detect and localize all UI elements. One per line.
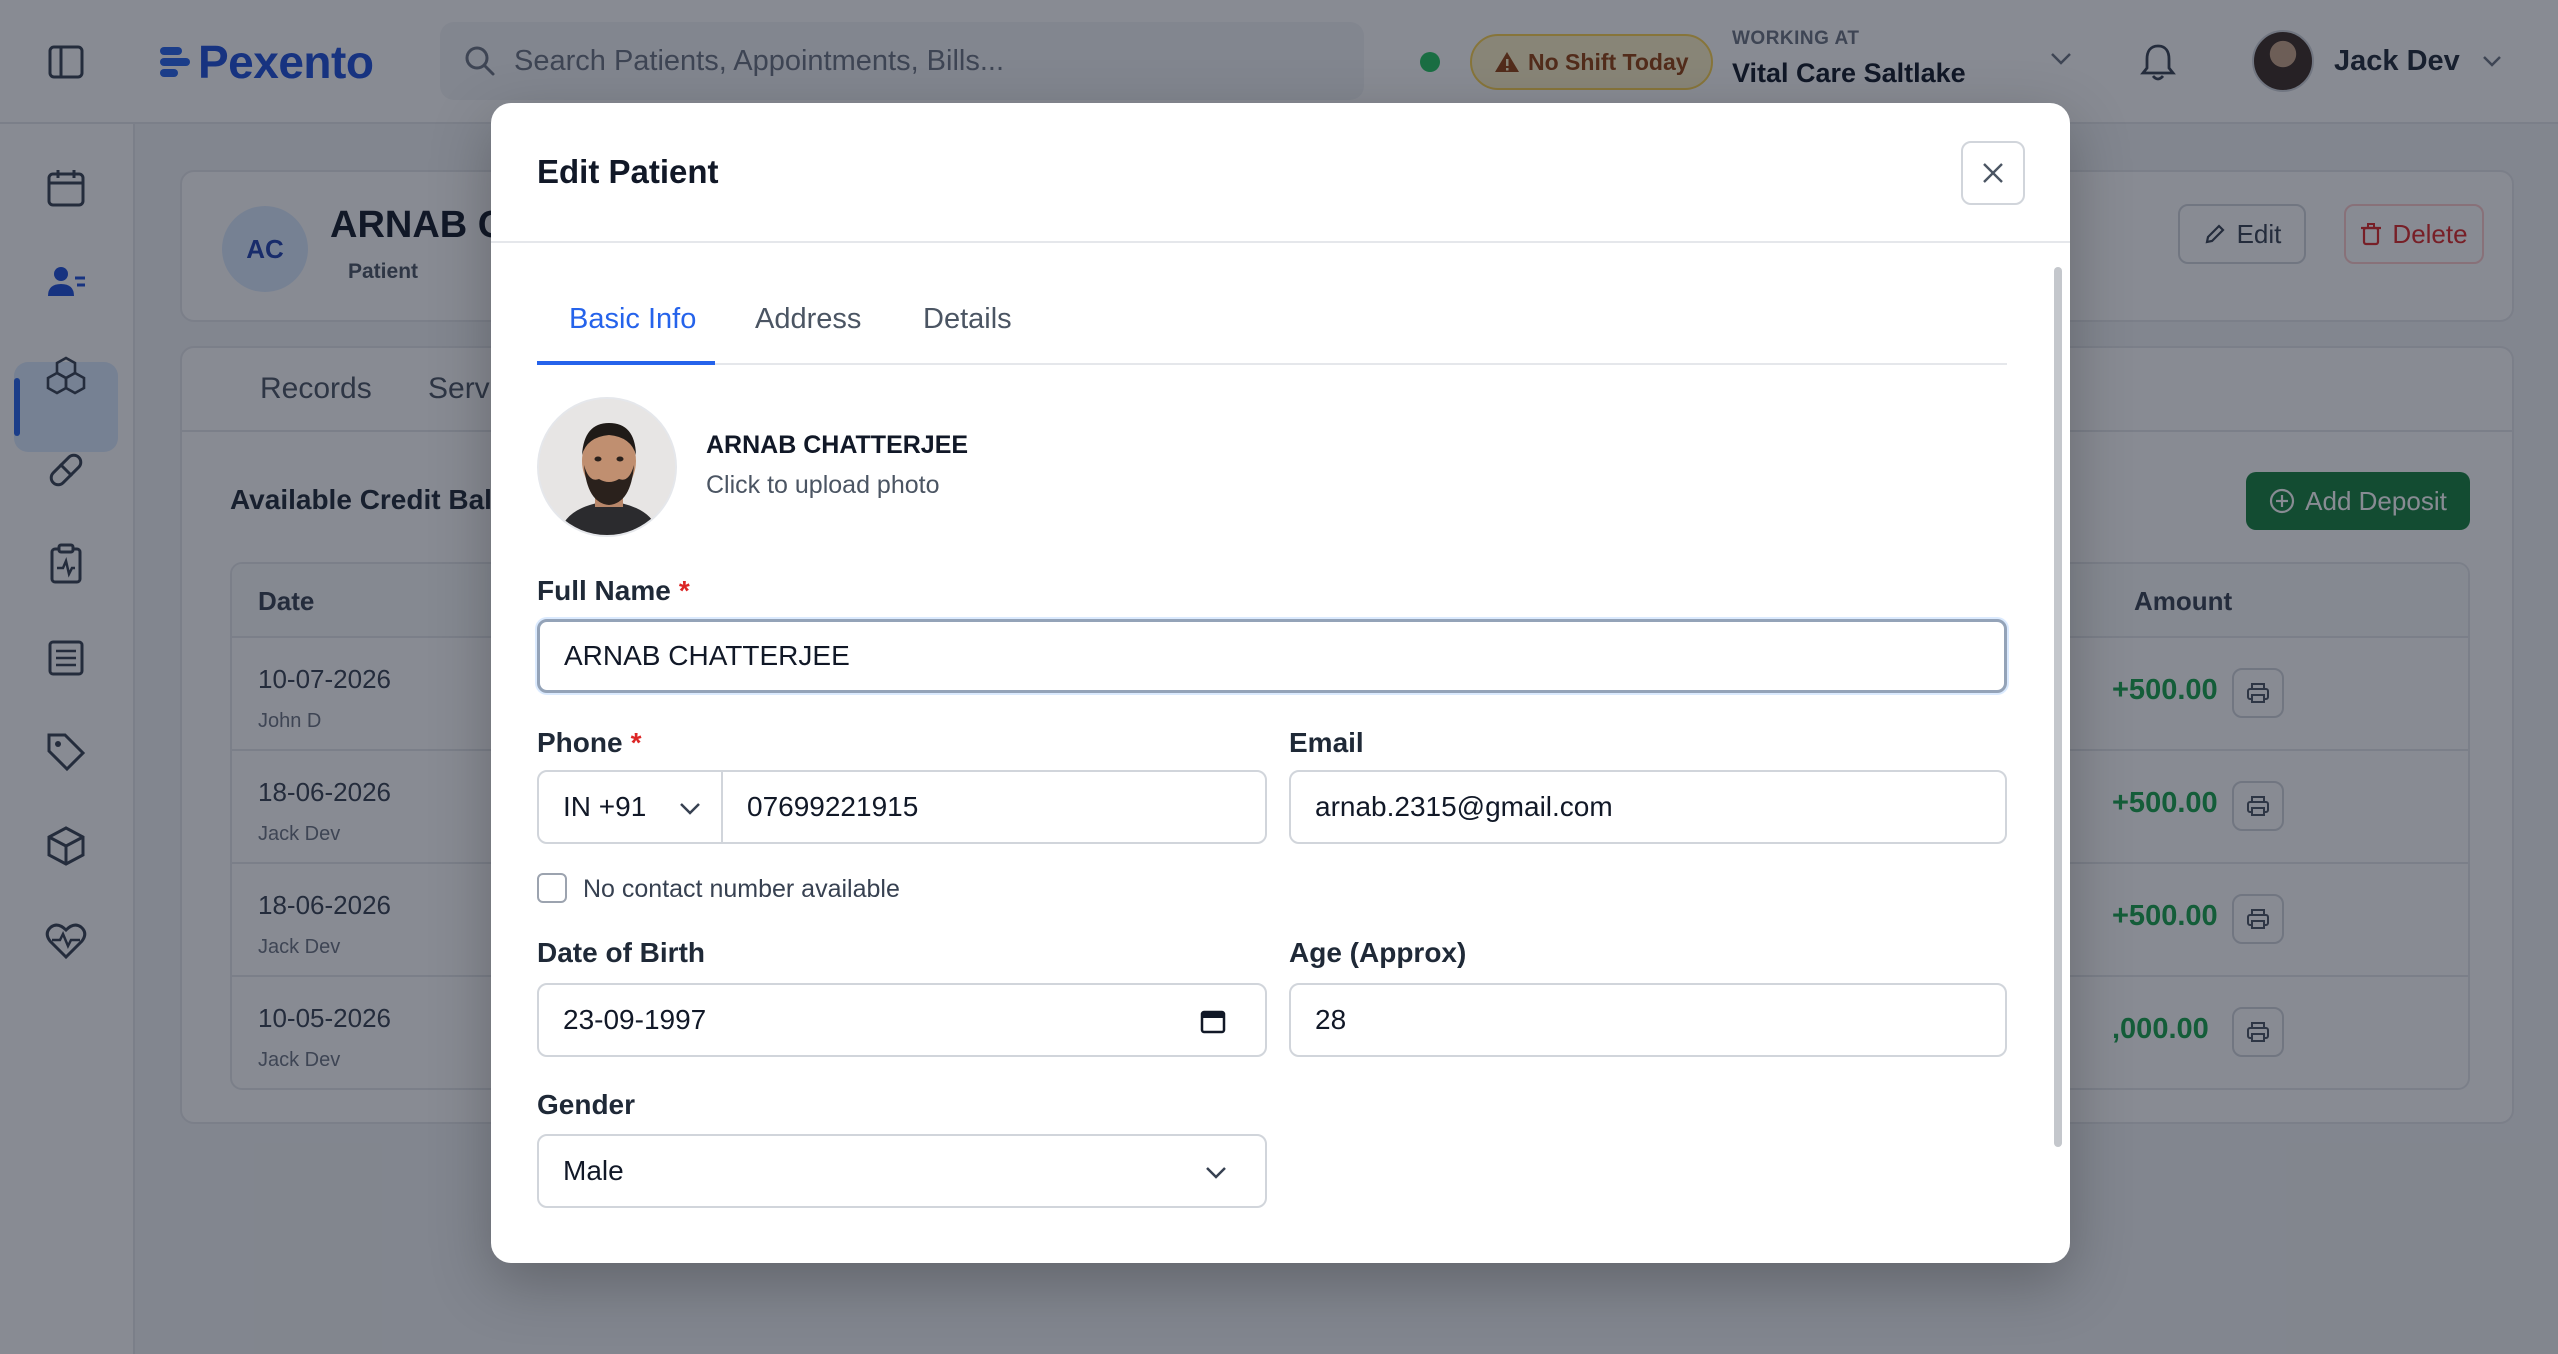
- gender-select[interactable]: Male: [537, 1134, 1267, 1208]
- email-field[interactable]: [1289, 770, 2007, 844]
- close-icon: [1983, 163, 2003, 183]
- tab-address[interactable]: Address: [755, 303, 861, 336]
- no-contact-label[interactable]: No contact number available: [583, 875, 900, 904]
- active-tab-indicator: [537, 361, 715, 365]
- gender-label: Gender: [537, 1089, 636, 1120]
- tab-basic-info[interactable]: Basic Info: [569, 303, 696, 336]
- phone-label: Phone *: [537, 727, 641, 759]
- required-mark: *: [630, 727, 642, 758]
- dob-label: Date of Birth: [537, 937, 705, 968]
- phone-label-text: Phone: [537, 727, 623, 758]
- dob-field[interactable]: 23-09-1997: [537, 983, 1267, 1057]
- full-name-label-text: Full Name: [537, 575, 671, 606]
- no-contact-checkbox[interactable]: [537, 873, 567, 903]
- chevron-down-icon: [680, 803, 700, 815]
- country-code-select[interactable]: IN +91: [537, 770, 723, 844]
- modal-scrollbar[interactable]: [2051, 249, 2065, 1257]
- close-button[interactable]: [1961, 141, 2025, 205]
- country-code-value: IN +91: [563, 791, 647, 822]
- scrollbar-thumb[interactable]: [2054, 267, 2062, 1147]
- calendar-icon[interactable]: [1199, 1007, 1227, 1035]
- upload-photo-hint[interactable]: Click to upload photo: [706, 471, 939, 500]
- age-input[interactable]: [1315, 1004, 2005, 1036]
- tabs-divider: [537, 363, 2007, 365]
- tab-details[interactable]: Details: [923, 303, 1012, 336]
- phone-field[interactable]: [721, 770, 1267, 844]
- edit-patient-modal: Edit Patient Basic Info Address Details …: [491, 103, 2070, 1263]
- gender-value: Male: [563, 1155, 624, 1186]
- full-name-input[interactable]: [564, 640, 2004, 672]
- photo-patient-name: ARNAB CHATTERJEE: [706, 431, 969, 459]
- chevron-down-icon: [1206, 1167, 1226, 1179]
- phone-input[interactable]: [747, 791, 1265, 823]
- patient-photo[interactable]: [537, 397, 677, 537]
- modal-title: Edit Patient: [537, 153, 719, 190]
- full-name-field[interactable]: [537, 619, 2007, 693]
- required-mark: *: [678, 575, 690, 606]
- email-input[interactable]: [1315, 791, 2005, 823]
- dob-value: 23-09-1997: [563, 1004, 707, 1035]
- email-label: Email: [1289, 727, 1364, 758]
- age-label: Age (Approx): [1289, 937, 1467, 968]
- modal-header: Edit Patient: [491, 103, 2070, 243]
- age-field[interactable]: [1289, 983, 2007, 1057]
- full-name-label: Full Name *: [537, 575, 690, 607]
